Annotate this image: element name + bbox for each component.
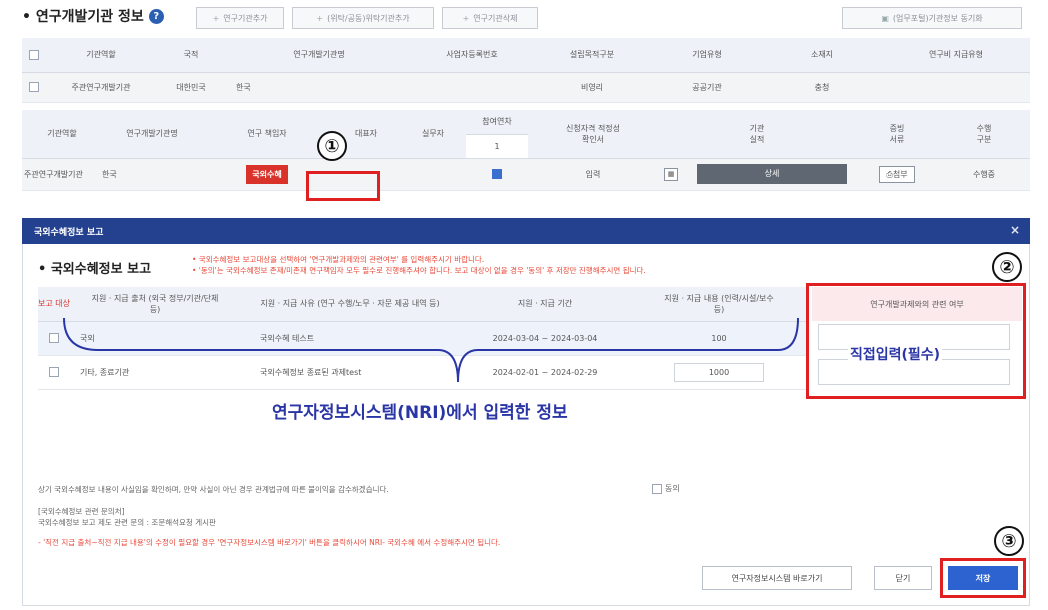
notice-line-2: • '동의'는 국외수혜정보 존재/미존재 연구책임자 모두 필수로 진행해주셔… bbox=[192, 266, 646, 275]
col-org-name2: 연구개발기관명 bbox=[102, 110, 202, 159]
marker-1: ① bbox=[317, 131, 347, 161]
performance-detail-button[interactable]: 상세 bbox=[697, 164, 847, 184]
add-icon: + bbox=[462, 13, 470, 23]
close-icon[interactable]: × bbox=[1010, 223, 1020, 237]
col-purpose: 설립목적구분 bbox=[532, 38, 652, 73]
col-org-name: 연구개발기관명 bbox=[226, 38, 412, 73]
calendar-icon: ▣ bbox=[881, 13, 889, 23]
table-row[interactable]: 주관연구개발기관 한국 국외수혜 입력 ▦ 상세 ⎙첨부 수행중 bbox=[22, 158, 1030, 191]
nri-shortcut-button[interactable]: 연구자정보시스템 바로가기 bbox=[702, 566, 852, 590]
agree-checkbox[interactable] bbox=[652, 483, 662, 494]
brace-annotation bbox=[63, 317, 799, 383]
agree-text: 상기 국외수혜정보 내용이 사실임을 확인하며, 만약 사실이 아닌 경우 관계… bbox=[38, 485, 389, 494]
modal-subtitle: • 국외수혜정보 보고 bbox=[38, 262, 152, 277]
highlight-box-1 bbox=[306, 171, 380, 201]
header-checkbox[interactable] bbox=[22, 38, 46, 73]
footer-notice: - '직전 지급 출처~직전 지급 내용'의 수정이 필요할 경우 '연구자정보… bbox=[38, 538, 501, 547]
table-row[interactable]: 주관연구개발기관 대한민국 한국 비영리 공공기관 충청 bbox=[22, 72, 1030, 103]
col-company-type: 기업유형 bbox=[652, 38, 762, 73]
year-value: 1 bbox=[466, 134, 528, 159]
col-pi: 연구 책임자 bbox=[202, 110, 332, 159]
col-nationality: 국적 bbox=[156, 38, 226, 73]
close-button[interactable]: 닫기 bbox=[874, 566, 932, 590]
help-icon[interactable]: ? bbox=[148, 8, 164, 24]
col-year: 참여연차 bbox=[466, 110, 528, 135]
modal-title: 국외수혜정보 보고 bbox=[34, 227, 104, 238]
delete-org-button[interactable]: + 연구기관삭제 bbox=[442, 7, 538, 29]
year-checkbox[interactable] bbox=[492, 169, 502, 179]
sync-org-info-button[interactable]: ▣ (업무포털)기관정보 동기화 bbox=[842, 7, 1022, 29]
overseas-benefit-button[interactable]: 국외수혜 bbox=[246, 164, 288, 184]
annotation-nri-info: 연구자정보시스템(NRI)에서 입력한 정보 bbox=[272, 403, 568, 423]
row-checkbox[interactable] bbox=[22, 72, 46, 103]
add-icon: + bbox=[212, 13, 220, 23]
org-table: 기관역할 국적 연구개발기관명 사업자등록번호 설립목적구분 기업유형 소재지 … bbox=[22, 38, 1030, 103]
add-delegate-org-button[interactable]: + (위탁/공동)위탁기관추가 bbox=[292, 7, 434, 29]
marker-3: ③ bbox=[994, 526, 1024, 556]
qualification-input-link[interactable]: 입력 bbox=[528, 158, 658, 191]
researcher-table: 기관역할 연구개발기관명 연구 책임자 대표자 실무자 참여연차 신청자격 적정… bbox=[22, 110, 1030, 191]
section-title-text: • 연구개발기관 정보 bbox=[22, 9, 144, 25]
marker-2: ② bbox=[992, 252, 1022, 282]
add-icon: + bbox=[316, 13, 324, 23]
attach-button[interactable]: ⎙첨부 bbox=[879, 165, 915, 183]
col-role2: 기관역할 bbox=[22, 110, 102, 159]
col-qualification: 신청자격 적정성 확인서 bbox=[528, 110, 658, 159]
contact-body: 국외수혜정보 보고 제도 관련 문의 : 조문해석요청 게시판 bbox=[38, 518, 216, 527]
agree-checkbox-group[interactable]: 동의 bbox=[652, 483, 680, 494]
col-staff: 실무자 bbox=[400, 110, 466, 159]
col-business-number: 사업자등록번호 bbox=[412, 38, 532, 73]
col-role: 기관역할 bbox=[46, 38, 156, 73]
col-exec-type: 수행 구분 bbox=[938, 110, 1030, 159]
col-docs: 증빙 서류 bbox=[856, 110, 938, 159]
contact-title: [국외수혜정보 관련 문의처] bbox=[38, 507, 125, 516]
col-location: 소재지 bbox=[762, 38, 882, 73]
modal-header: 국외수혜정보 보고 × bbox=[22, 218, 1030, 244]
section-title: • 연구개발기관 정보 ? bbox=[22, 6, 164, 26]
col-performance: 기관 실적 bbox=[658, 110, 856, 159]
calendar-icon[interactable]: ▦ bbox=[664, 167, 678, 181]
highlight-box-2 bbox=[806, 283, 1026, 399]
add-org-button[interactable]: + 연구기관추가 bbox=[196, 7, 284, 29]
col-funding-type: 연구비 지급유형 bbox=[882, 38, 1030, 73]
highlight-box-3 bbox=[940, 558, 1026, 598]
agree-label: 동의 bbox=[665, 484, 680, 493]
notice-line-1: • 국외수혜정보 보고대상을 선택하여 '연구개발과제와의 관련여부' 를 입력… bbox=[192, 255, 485, 264]
